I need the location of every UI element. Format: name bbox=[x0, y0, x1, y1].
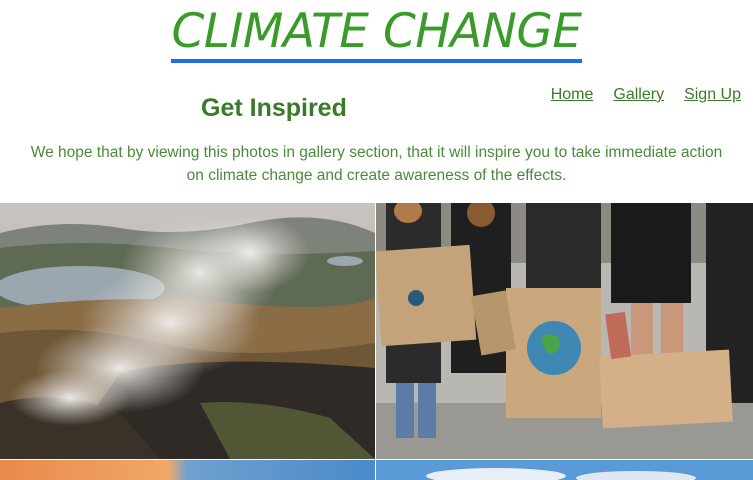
gallery-photo-sunset[interactable] bbox=[0, 460, 375, 480]
main-nav: Home Gallery Sign Up bbox=[551, 86, 741, 104]
intro-text: We hope that by viewing this photos in g… bbox=[30, 144, 723, 184]
gallery-photo-wildfire[interactable] bbox=[0, 203, 375, 459]
sky-image bbox=[376, 460, 753, 480]
sunset-image bbox=[0, 460, 375, 480]
gallery-photo-sky[interactable] bbox=[376, 460, 753, 480]
photo-gallery bbox=[0, 203, 753, 480]
nav-home-link[interactable]: Home bbox=[551, 86, 594, 104]
site-title-link[interactable]: CLIMATE CHANGE bbox=[171, 4, 582, 63]
site-title: CLIMATE CHANGE bbox=[0, 4, 753, 63]
page-heading: Get Inspired bbox=[201, 94, 347, 122]
nav-gallery-link[interactable]: Gallery bbox=[613, 86, 664, 104]
protest-image bbox=[376, 203, 753, 459]
gallery-photo-protest[interactable] bbox=[376, 203, 753, 459]
nav-signup-link[interactable]: Sign Up bbox=[684, 86, 741, 104]
wildfire-image bbox=[0, 203, 375, 459]
